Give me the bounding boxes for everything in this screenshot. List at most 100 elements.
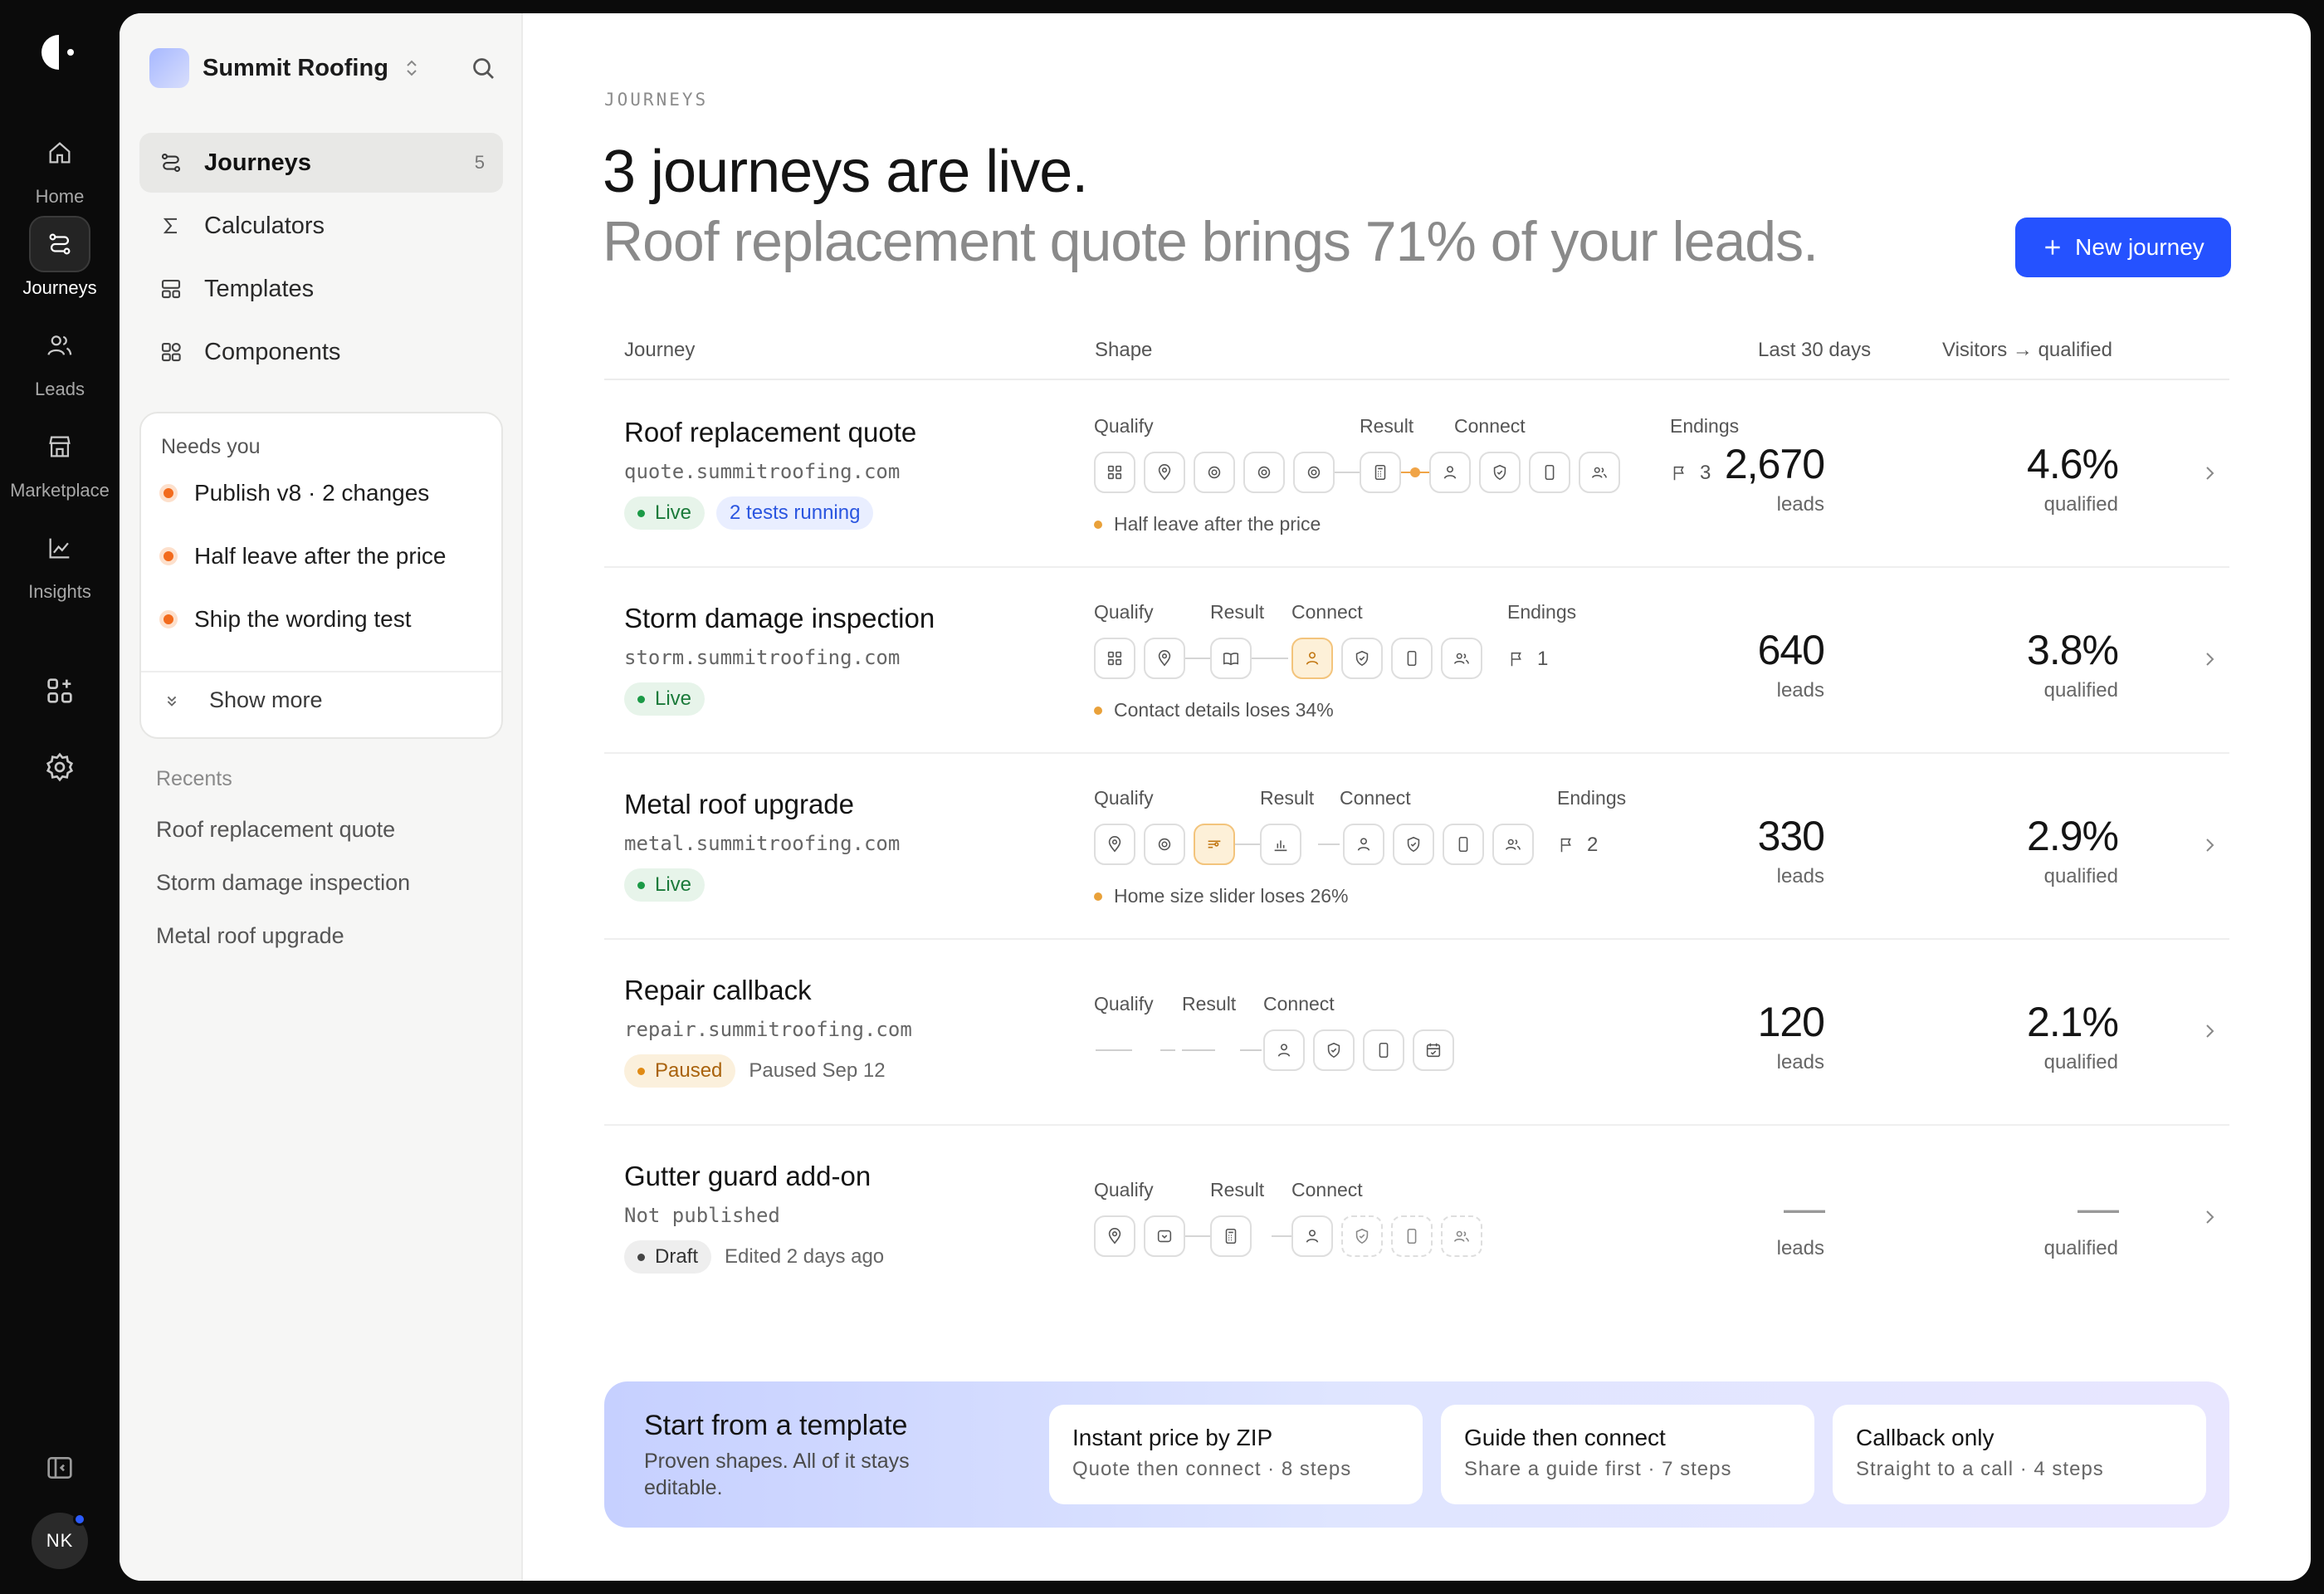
segment-label: Connect: [1454, 415, 1526, 437]
sidebar-item-label: Components: [204, 338, 341, 365]
chevron-right-icon[interactable]: [2200, 1207, 2219, 1227]
app-logo-icon[interactable]: [39, 32, 81, 73]
location-pin-icon[interactable]: [1144, 452, 1185, 493]
people-icon[interactable]: [1579, 452, 1620, 493]
phone-icon[interactable]: [1529, 452, 1570, 493]
person-icon[interactable]: [1263, 1029, 1305, 1071]
sidebar-nav: Journeys 5 Calculators Templates Compone…: [139, 133, 503, 385]
target-icon[interactable]: [1293, 452, 1335, 493]
shield-icon[interactable]: [1393, 824, 1434, 865]
collapse-sidebar-icon[interactable]: [43, 1451, 76, 1484]
grid-icon[interactable]: [1094, 452, 1135, 493]
bar-chart-icon[interactable]: [1260, 824, 1301, 865]
needs-item[interactable]: Half leave after the price: [159, 543, 447, 570]
insight-hint[interactable]: Contact details loses 34%: [1094, 699, 1334, 721]
segment-label: Connect: [1291, 1179, 1363, 1200]
leads-icon: [47, 335, 72, 355]
template-card-subtitle: Straight to a call · 4 steps: [1856, 1458, 2104, 1480]
template-card[interactable]: Instant price by ZIP Quote then connect …: [1049, 1405, 1423, 1504]
calculator-icon[interactable]: [1360, 452, 1401, 493]
sidebar-item-components[interactable]: Components: [139, 322, 503, 382]
column-header: Visitors → qualified: [1942, 339, 2112, 361]
status-badge: Draft: [624, 1240, 712, 1274]
insight-hint[interactable]: Half leave after the price: [1094, 513, 1321, 535]
search-icon[interactable]: [468, 53, 498, 83]
show-more-button[interactable]: Show more: [163, 687, 323, 713]
chevron-right-icon[interactable]: [2200, 463, 2219, 483]
template-card[interactable]: Callback only Straight to a call · 4 ste…: [1833, 1405, 2206, 1504]
chevron-right-icon[interactable]: [2200, 1021, 2219, 1041]
shield-icon[interactable]: [1313, 1029, 1355, 1071]
segment-label: Qualify: [1094, 415, 1154, 437]
avatar[interactable]: NK: [32, 1513, 88, 1569]
sidebar-item-templates[interactable]: Templates: [139, 259, 503, 319]
needs-item[interactable]: Ship the wording test: [159, 606, 412, 633]
person-icon[interactable]: [1291, 638, 1333, 679]
shield-icon[interactable]: [1479, 452, 1521, 493]
recent-item[interactable]: Roof replacement quote: [156, 817, 395, 843]
person-icon[interactable]: [1291, 1215, 1333, 1257]
qualified-stat: — qualified: [2043, 1185, 2119, 1259]
template-card[interactable]: Guide then connect Share a guide first ·…: [1441, 1405, 1814, 1504]
people-icon[interactable]: [1441, 638, 1482, 679]
rail-home[interactable]: Home: [0, 125, 120, 208]
chevron-right-icon[interactable]: [2200, 835, 2219, 855]
show-more-label: Show more: [209, 687, 323, 712]
location-pin-icon[interactable]: [1144, 638, 1185, 679]
insight-hint[interactable]: Home size slider loses 26%: [1094, 885, 1349, 907]
book-icon[interactable]: [1210, 638, 1252, 679]
sidebar-item-journeys[interactable]: Journeys 5: [139, 133, 503, 193]
person-icon[interactable]: [1343, 824, 1384, 865]
target-icon[interactable]: [1144, 824, 1185, 865]
shield-icon[interactable]: [1341, 638, 1383, 679]
slider-icon[interactable]: [1194, 824, 1235, 865]
phone-icon[interactable]: [1391, 638, 1433, 679]
table-row[interactable]: Gutter guard add-on Not published Draft …: [604, 1126, 2229, 1312]
journey-domain: quote.summitroofing.com: [624, 460, 901, 483]
needs-item[interactable]: Publish v8 · 2 changes: [159, 480, 429, 506]
needs-you-title: Needs you: [161, 435, 261, 458]
target-icon[interactable]: [1194, 452, 1235, 493]
chevron-right-icon[interactable]: [2200, 649, 2219, 669]
table-row[interactable]: Metal roof upgrade metal.summitroofing.c…: [604, 754, 2229, 940]
calculator-icon[interactable]: [1210, 1215, 1252, 1257]
apps-icon[interactable]: [43, 674, 76, 707]
location-pin-icon[interactable]: [1094, 1215, 1135, 1257]
segment-label: Connect: [1263, 993, 1335, 1015]
grid-icon[interactable]: [1094, 638, 1135, 679]
rail-insights[interactable]: Insights: [0, 520, 120, 603]
recent-item[interactable]: Metal roof upgrade: [156, 923, 344, 949]
location-pin-icon[interactable]: [1094, 824, 1135, 865]
segment-label: Qualify: [1094, 787, 1154, 809]
leads-stat: 2,670 leads: [1724, 441, 1825, 516]
sidebar-item-calculators[interactable]: Calculators: [139, 196, 503, 256]
shield-icon[interactable]: [1341, 1215, 1383, 1257]
target-icon[interactable]: [1243, 452, 1285, 493]
person-icon[interactable]: [1429, 452, 1471, 493]
people-icon[interactable]: [1441, 1215, 1482, 1257]
message-icon[interactable]: [1144, 1215, 1185, 1257]
phone-icon[interactable]: [1363, 1029, 1404, 1071]
gear-icon[interactable]: [43, 751, 76, 784]
template-banner: Start from a template Proven shapes. All…: [604, 1381, 2229, 1528]
table-row[interactable]: Roof replacement quote quote.summitroofi…: [604, 382, 2229, 568]
tests-badge[interactable]: 2 tests running: [716, 496, 874, 530]
phone-icon[interactable]: [1443, 824, 1484, 865]
people-icon[interactable]: [1492, 824, 1534, 865]
table-row[interactable]: Storm damage inspection storm.summitroof…: [604, 568, 2229, 754]
leads-stat: 120 leads: [1757, 999, 1825, 1073]
journey-name: Roof replacement quote: [624, 417, 917, 447]
rail-journeys[interactable]: Journeys: [0, 216, 120, 299]
phone-icon[interactable]: [1391, 1215, 1433, 1257]
qualified-stat: 3.8% qualified: [2027, 627, 2119, 702]
rail-leads[interactable]: Leads: [0, 317, 120, 400]
workspace-switcher[interactable]: Summit Roofing: [149, 48, 498, 88]
rail-marketplace[interactable]: Marketplace: [0, 418, 120, 501]
calendar-icon[interactable]: [1413, 1029, 1454, 1071]
new-journey-button[interactable]: New journey: [2015, 218, 2231, 277]
table-row[interactable]: Repair callback repair.summitroofing.com…: [604, 940, 2229, 1126]
plus-icon: [2045, 240, 2060, 255]
sidebar-item-label: Templates: [204, 275, 315, 302]
needs-item-label: Publish v8 · 2 changes: [194, 480, 430, 506]
recent-item[interactable]: Storm damage inspection: [156, 870, 410, 896]
